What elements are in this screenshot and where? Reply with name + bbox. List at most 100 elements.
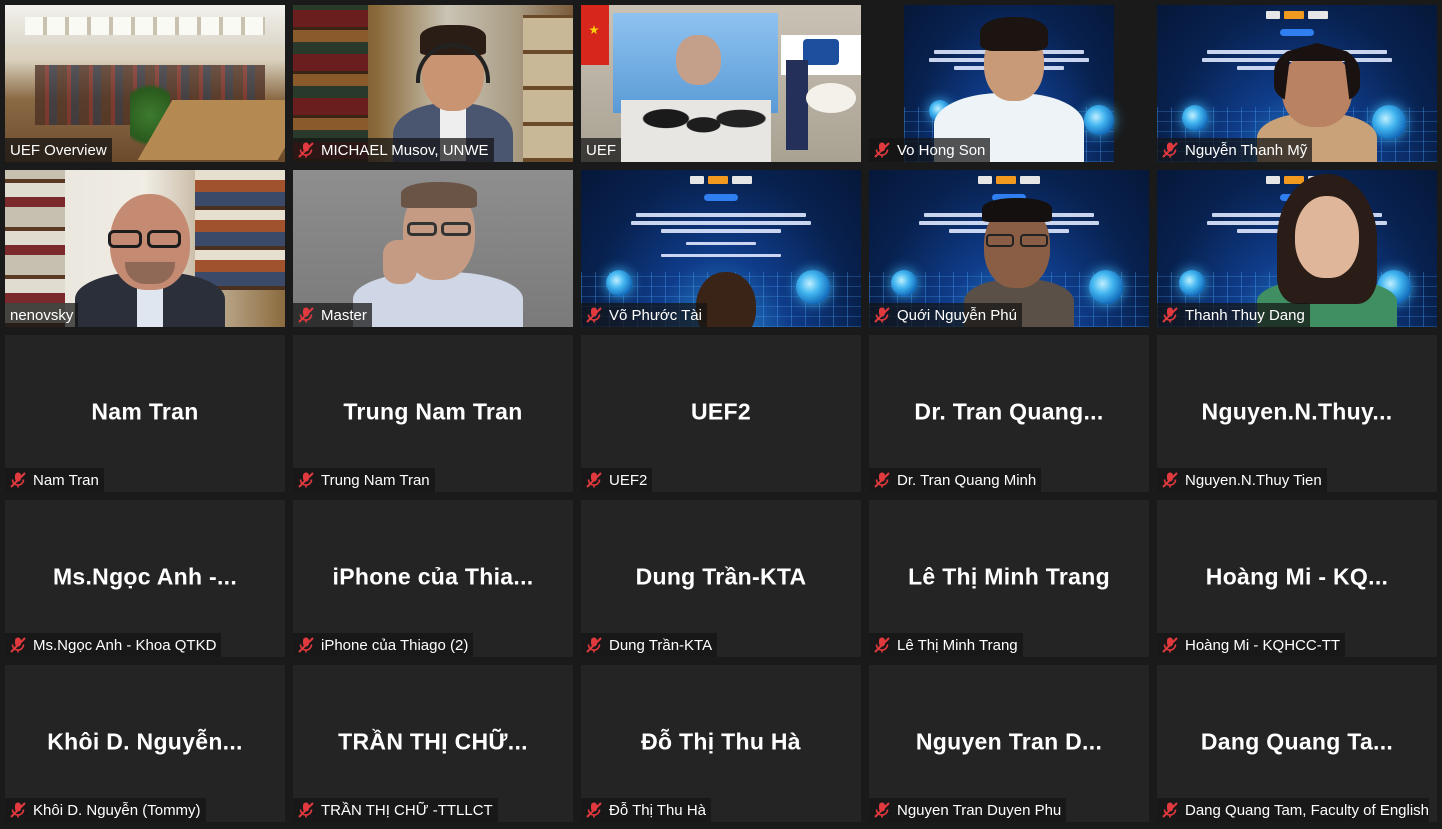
video-tile-quoi-nguyen-phu[interactable]: Quới Nguyễn Phú bbox=[869, 170, 1149, 327]
video-tile-tran-thi-chu[interactable]: TRẦN THỊ CHỮ... TRẦN THỊ CHỮ -TTLLCT bbox=[293, 665, 573, 822]
video-tile-trung-nam-tran[interactable]: Trung Nam Tran Trung Nam Tran bbox=[293, 335, 573, 492]
participant-name: Dr. Tran Quang Minh bbox=[897, 471, 1037, 489]
participant-display-name: Khôi D. Nguyễn... bbox=[47, 727, 243, 754]
video-tile-khoi-d-nguyen[interactable]: Khôi D. Nguyễn... Khôi D. Nguyễn (Tommy) bbox=[5, 665, 285, 822]
participant-name: TRẦN THỊ CHỮ -TTLLCT bbox=[321, 801, 493, 819]
microphone-muted-icon bbox=[1162, 637, 1178, 653]
video-tile-nguyen-thanh-my[interactable]: Nguyễn Thanh Mỹ bbox=[1157, 5, 1437, 162]
video-tile-dang-quang-tam[interactable]: Dang Quang Ta... Dang Quang Tam, Faculty… bbox=[1157, 665, 1437, 822]
microphone-muted-icon bbox=[1162, 472, 1178, 488]
participant-name: Trung Nam Tran bbox=[321, 471, 430, 489]
video-tile-vo-phuoc-tai[interactable]: Võ Phước Tài bbox=[581, 170, 861, 327]
participant-name: Thanh Thuy Dang bbox=[1185, 306, 1305, 324]
participant-display-name: Nguyen Tran D... bbox=[915, 727, 1103, 754]
participant-name-tag: Lê Thị Minh Trang bbox=[869, 633, 1023, 657]
participant-display-name: Lê Thị Minh Trang bbox=[908, 562, 1110, 589]
participant-name: Dang Quang Tam, Faculty of English bbox=[1185, 801, 1430, 819]
video-tile-le-thi-minh-trang[interactable]: Lê Thị Minh Trang Lê Thị Minh Trang bbox=[869, 500, 1149, 657]
participant-name: Hoàng Mi - KQHCC-TT bbox=[1185, 636, 1341, 654]
participant-display-name: Trung Nam Tran bbox=[343, 397, 523, 424]
participant-name: Vo Hong Son bbox=[897, 141, 986, 159]
participant-name-tag: UEF bbox=[581, 138, 621, 162]
participant-name: iPhone của Thiago (2) bbox=[321, 636, 469, 654]
participant-name-tag: Nguyen.N.Thuy Tien bbox=[1157, 468, 1327, 492]
video-tile-hoang-mi[interactable]: Hoàng Mi - KQ... Hoàng Mi - KQHCC-TT bbox=[1157, 500, 1437, 657]
participant-name-tag: Nguyen Tran Duyen Phu bbox=[869, 798, 1067, 822]
video-tile-master[interactable]: Master bbox=[293, 170, 573, 327]
participant-name-tag: Hoàng Mi - KQHCC-TT bbox=[1157, 633, 1346, 657]
participant-name-tag: nenovsky bbox=[5, 303, 79, 327]
participant-name: UEF2 bbox=[609, 471, 648, 489]
participant-name: Lê Thị Minh Trang bbox=[897, 636, 1018, 654]
video-tile-iphone-thiago[interactable]: iPhone của Thia... iPhone của Thiago (2) bbox=[293, 500, 573, 657]
participant-name: Ms.Ngọc Anh - Khoa QTKD bbox=[33, 636, 217, 654]
microphone-muted-icon bbox=[1162, 142, 1178, 158]
microphone-muted-icon bbox=[586, 472, 602, 488]
stage-video bbox=[581, 5, 861, 162]
participant-display-name: Dung Trần-KTA bbox=[635, 562, 807, 589]
microphone-muted-icon bbox=[586, 307, 602, 323]
participant-name-tag: Master bbox=[293, 303, 372, 327]
participant-name-tag: Khôi D. Nguyễn (Tommy) bbox=[5, 798, 206, 822]
participant-name: Quới Nguyễn Phú bbox=[897, 306, 1017, 324]
participant-name: Nguyen Tran Duyen Phu bbox=[897, 801, 1062, 819]
participant-name-tag: iPhone của Thiago (2) bbox=[293, 633, 474, 657]
participant-name: Master bbox=[321, 306, 367, 324]
participant-name: nenovsky bbox=[10, 306, 74, 324]
participant-display-name: Dang Quang Ta... bbox=[1200, 727, 1394, 754]
participant-name: Đỗ Thị Thu Hà bbox=[609, 801, 706, 819]
participant-name-tag: Dr. Tran Quang Minh bbox=[869, 468, 1042, 492]
participant-name-tag: UEF Overview bbox=[5, 138, 112, 162]
video-tile-uef-overview[interactable]: UEF Overview bbox=[5, 5, 285, 162]
microphone-muted-icon bbox=[874, 802, 890, 818]
microphone-muted-icon bbox=[10, 472, 26, 488]
microphone-muted-icon bbox=[298, 307, 314, 323]
video-tile-ms-ngoc-anh[interactable]: Ms.Ngọc Anh -... Ms.Ngọc Anh - Khoa QTKD bbox=[5, 500, 285, 657]
video-tile-nam-tran[interactable]: Nam Tran Nam Tran bbox=[5, 335, 285, 492]
participant-name-tag: UEF2 bbox=[581, 468, 653, 492]
microphone-muted-icon bbox=[10, 637, 26, 653]
video-tile-dung-tran-kta[interactable]: Dung Trần-KTA Dung Trần-KTA bbox=[581, 500, 861, 657]
video-tile-do-thi-thu-ha[interactable]: Đỗ Thị Thu Hà Đỗ Thị Thu Hà bbox=[581, 665, 861, 822]
participant-name-tag: Trung Nam Tran bbox=[293, 468, 435, 492]
microphone-muted-icon bbox=[586, 637, 602, 653]
microphone-muted-icon bbox=[298, 802, 314, 818]
microphone-muted-icon bbox=[874, 637, 890, 653]
video-tile-michael-musov[interactable]: MICHAEL Musov, UNWE bbox=[293, 5, 573, 162]
participant-display-name: UEF2 bbox=[691, 397, 751, 424]
participant-name-tag: Nam Tran bbox=[5, 468, 104, 492]
gallery-view-grid: UEF Overview MICHAEL Musov, UNWE UEF Vo … bbox=[5, 5, 1437, 824]
participant-display-name: Ms.Ngọc Anh -... bbox=[52, 562, 238, 589]
participant-display-name: iPhone của Thia... bbox=[332, 562, 534, 589]
microphone-muted-icon bbox=[874, 307, 890, 323]
video-tile-uef2[interactable]: UEF2 UEF2 bbox=[581, 335, 861, 492]
participant-display-name: Hoàng Mi - KQ... bbox=[1205, 562, 1389, 589]
participant-name-tag: MICHAEL Musov, UNWE bbox=[293, 138, 494, 162]
microphone-muted-icon bbox=[298, 637, 314, 653]
microphone-muted-icon bbox=[874, 472, 890, 488]
participant-name: Nguyễn Thanh Mỹ bbox=[1185, 141, 1308, 159]
video-tile-tran-quang-minh[interactable]: Dr. Tran Quang... Dr. Tran Quang Minh bbox=[869, 335, 1149, 492]
participant-name: Nam Tran bbox=[33, 471, 99, 489]
participant-name-tag: Vo Hong Son bbox=[869, 138, 991, 162]
microphone-muted-icon bbox=[298, 142, 314, 158]
video-tile-thanh-thuy-dang[interactable]: Thanh Thuy Dang bbox=[1157, 170, 1437, 327]
video-tile-nenovsky[interactable]: nenovsky bbox=[5, 170, 285, 327]
video-tile-nguyen-n-thuy-tien[interactable]: Nguyen.N.Thuy... Nguyen.N.Thuy Tien bbox=[1157, 335, 1437, 492]
participant-name-tag: Đỗ Thị Thu Hà bbox=[581, 798, 711, 822]
participant-name: UEF bbox=[586, 141, 616, 159]
participant-name: Dung Trần-KTA bbox=[609, 636, 713, 654]
participant-display-name: Đỗ Thị Thu Hà bbox=[641, 727, 801, 754]
video-tile-nguyen-tran-duyen-phu[interactable]: Nguyen Tran D... Nguyen Tran Duyen Phu bbox=[869, 665, 1149, 822]
participant-name-tag: Thanh Thuy Dang bbox=[1157, 303, 1310, 327]
participant-display-name: TRẦN THỊ CHỮ... bbox=[338, 727, 528, 754]
participant-name: UEF Overview bbox=[10, 141, 107, 159]
microphone-muted-icon bbox=[10, 802, 26, 818]
participant-name-tag: Dang Quang Tam, Faculty of English bbox=[1157, 798, 1429, 822]
participant-name: Võ Phước Tài bbox=[609, 306, 702, 324]
video-tile-uef-active-speaker[interactable]: UEF bbox=[581, 5, 861, 162]
video-tile-vo-hong-son[interactable]: Vo Hong Son bbox=[869, 5, 1149, 162]
participant-display-name: Nam Tran bbox=[91, 397, 199, 424]
microphone-muted-icon bbox=[1162, 307, 1178, 323]
microphone-muted-icon bbox=[298, 472, 314, 488]
